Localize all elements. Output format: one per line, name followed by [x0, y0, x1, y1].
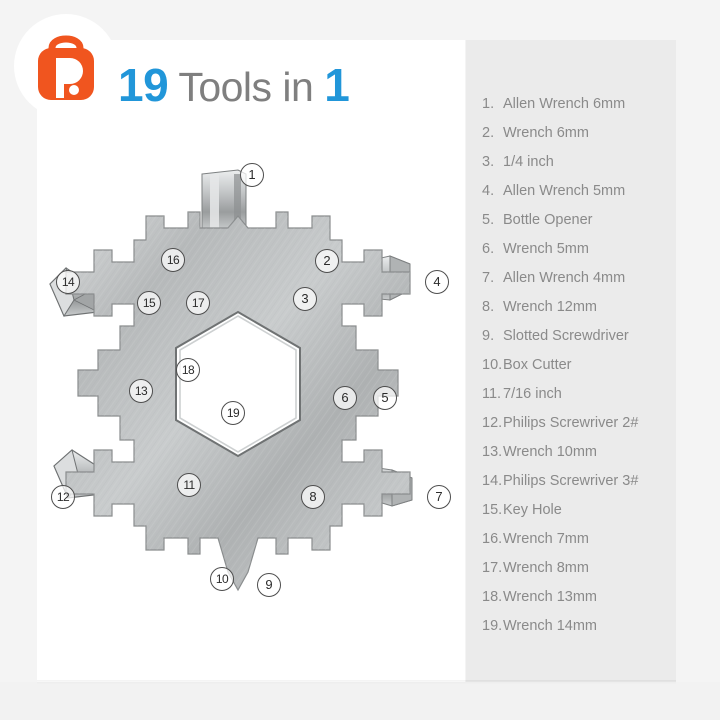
list-item-index: 10. — [482, 357, 503, 373]
callout-5: 5 — [373, 386, 397, 410]
list-item-label: Philips Screwriver 2# — [503, 415, 639, 431]
list-item-index: 4. — [482, 183, 495, 199]
callout-13: 13 — [129, 379, 153, 403]
list-item: 5. Bottle Opener — [482, 212, 678, 241]
list-item-label: Wrench 7mm — [503, 531, 589, 547]
callout-15: 15 — [137, 291, 161, 315]
list-item-label: 7/16 inch — [503, 386, 562, 402]
list-item-index: 13. — [482, 444, 503, 460]
infographic-canvas: 19 Tools in 1 1 2 3 4 5 6 7 8 9 10 11 12… — [0, 0, 720, 720]
list-item: 18. Wrench 13mm — [482, 589, 678, 618]
callout-16: 16 — [161, 248, 185, 272]
callout-3: 3 — [293, 287, 317, 311]
list-item-index: 2. — [482, 125, 495, 141]
list-item-label: Philips Screwriver 3# — [503, 473, 639, 489]
list-item: 3. 1/4 inch — [482, 154, 678, 183]
callout-11: 11 — [177, 473, 201, 497]
list-item-label: Slotted Screwdriver — [503, 328, 629, 344]
list-item-label: Wrench 12mm — [503, 299, 598, 315]
list-item-index: 15. — [482, 502, 503, 518]
list-item-label: Wrench 10mm — [503, 444, 598, 460]
list-item: 16. Wrench 7mm — [482, 531, 678, 560]
list-item-label: Wrench 5mm — [503, 241, 589, 257]
list-item: 8. Wrench 12mm — [482, 299, 678, 328]
title-suffix: 1 — [324, 59, 350, 111]
list-item-index: 6. — [482, 241, 495, 257]
list-item-label: Key Hole — [503, 502, 562, 518]
callout-12: 12 — [51, 485, 75, 509]
list-item-label: Wrench 14mm — [503, 618, 598, 634]
list-item: 11. 7/16 inch — [482, 386, 678, 415]
list-item: 4. Allen Wrench 5mm — [482, 183, 678, 212]
list-item-index: 1. — [482, 96, 495, 112]
callout-2: 2 — [315, 249, 339, 273]
list-item-label: Wrench 6mm — [503, 125, 589, 141]
callout-8: 8 — [301, 485, 325, 509]
list-item: 9. Slotted Screwdriver — [482, 328, 678, 357]
callout-19: 19 — [221, 401, 245, 425]
title-middle: Tools in — [168, 64, 325, 110]
callout-7: 7 — [427, 485, 451, 509]
list-item: 17. Wrench 8mm — [482, 560, 678, 589]
callout-18: 18 — [176, 358, 200, 382]
snowflake-multi-tool-image — [49, 169, 413, 592]
list-item-index: 9. — [482, 328, 495, 344]
snowflake-body — [65, 211, 411, 592]
callout-10: 10 — [210, 567, 234, 591]
list-item-index: 18. — [482, 589, 503, 605]
list-item-label: Box Cutter — [503, 357, 572, 373]
list-item-index: 16. — [482, 531, 503, 547]
list-item: 19. Wrench 14mm — [482, 618, 678, 647]
list-item: 7. Allen Wrench 4mm — [482, 270, 678, 299]
list-item-index: 8. — [482, 299, 495, 315]
list-item: 1. Allen Wrench 6mm — [482, 96, 678, 125]
tool-list: 1. Allen Wrench 6mm 2. Wrench 6mm 3. 1/4 in… — [482, 96, 678, 647]
list-item-label: Wrench 13mm — [503, 589, 598, 605]
page-title: 19 Tools in 1 — [118, 58, 350, 112]
list-item-index: 12. — [482, 415, 503, 431]
callout-4: 4 — [425, 270, 449, 294]
list-item: 12. Philips Screwriver 2# — [482, 415, 678, 444]
list-item-index: 3. — [482, 154, 495, 170]
list-item-index: 7. — [482, 270, 495, 286]
list-item: 13. Wrench 10mm — [482, 444, 678, 473]
list-item-label: Bottle Opener — [503, 212, 593, 228]
callout-1: 1 — [240, 163, 264, 187]
list-item-index: 14. — [482, 473, 503, 489]
title-count: 19 — [118, 59, 169, 111]
list-item-index: 17. — [482, 560, 503, 576]
callout-6: 6 — [333, 386, 357, 410]
callout-9: 9 — [257, 573, 281, 597]
list-item: 15. Key Hole — [482, 502, 678, 531]
list-item-label: Wrench 8mm — [503, 560, 589, 576]
list-item-label: Allen Wrench 6mm — [503, 96, 626, 112]
callout-17: 17 — [186, 291, 210, 315]
card-shadow — [37, 680, 676, 684]
callout-14: 14 — [56, 270, 80, 294]
list-item-label: Allen Wrench 5mm — [503, 183, 626, 199]
list-item: 2. Wrench 6mm — [482, 125, 678, 154]
list-item-label: 1/4 inch — [503, 154, 554, 170]
list-item: 14. Philips Screwriver 3# — [482, 473, 678, 502]
list-item-index: 19. — [482, 618, 503, 634]
list-item: 10. Box Cutter — [482, 357, 678, 386]
list-item: 6. Wrench 5mm — [482, 241, 678, 270]
list-item-index: 11. — [482, 386, 502, 402]
list-item-label: Allen Wrench 4mm — [503, 270, 626, 286]
list-item-index: 5. — [482, 212, 495, 228]
shopping-bag-p-logo-icon — [38, 35, 94, 100]
